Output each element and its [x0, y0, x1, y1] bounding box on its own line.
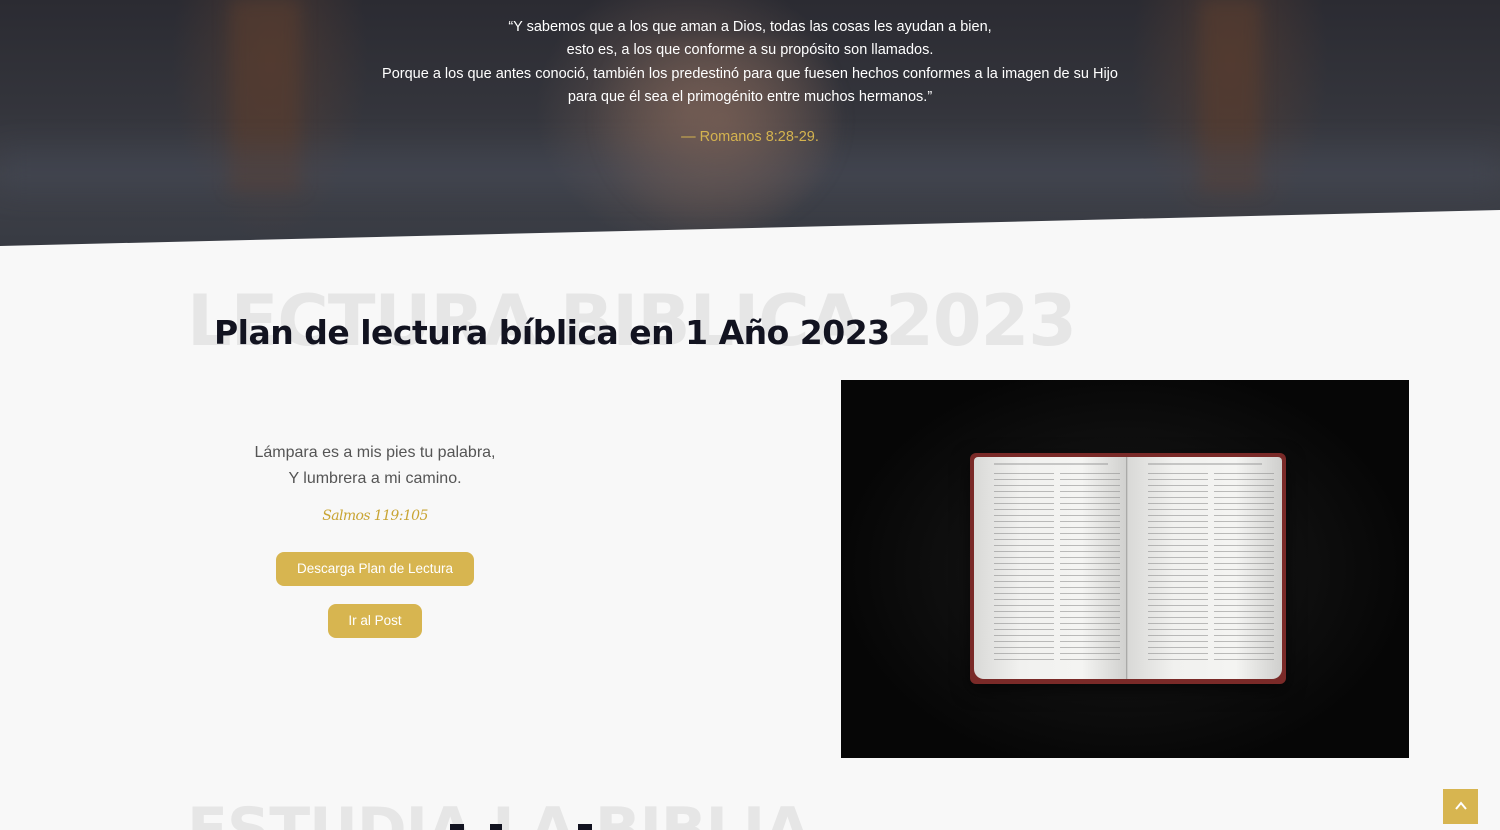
chevron-up-icon [1454, 801, 1467, 810]
verse-text: Lámpara es a mis pies tu palabra, Y lumb… [200, 440, 550, 492]
next-section-title-peek [450, 824, 600, 830]
go-to-post-button[interactable]: Ir al Post [328, 604, 422, 638]
section-title: Plan de lectura bíblica en 1 Año 2023 [214, 313, 890, 352]
scroll-to-top-button[interactable] [1443, 789, 1478, 824]
bible-page-left [974, 457, 1128, 679]
open-bible-photo [841, 380, 1409, 758]
verse-line: Y lumbrera a mi camino. [288, 470, 462, 487]
bible-book [970, 453, 1286, 684]
slanted-divider [0, 210, 1500, 250]
bible-page-right [1128, 457, 1282, 679]
download-plan-button[interactable]: Descarga Plan de Lectura [276, 552, 474, 586]
verse-reference: Salmos 119:105 [322, 508, 428, 524]
hero-banner: “Y sabemos que a los que aman a Dios, to… [0, 0, 1500, 250]
verse-line: Lámpara es a mis pies tu palabra, [254, 444, 496, 461]
